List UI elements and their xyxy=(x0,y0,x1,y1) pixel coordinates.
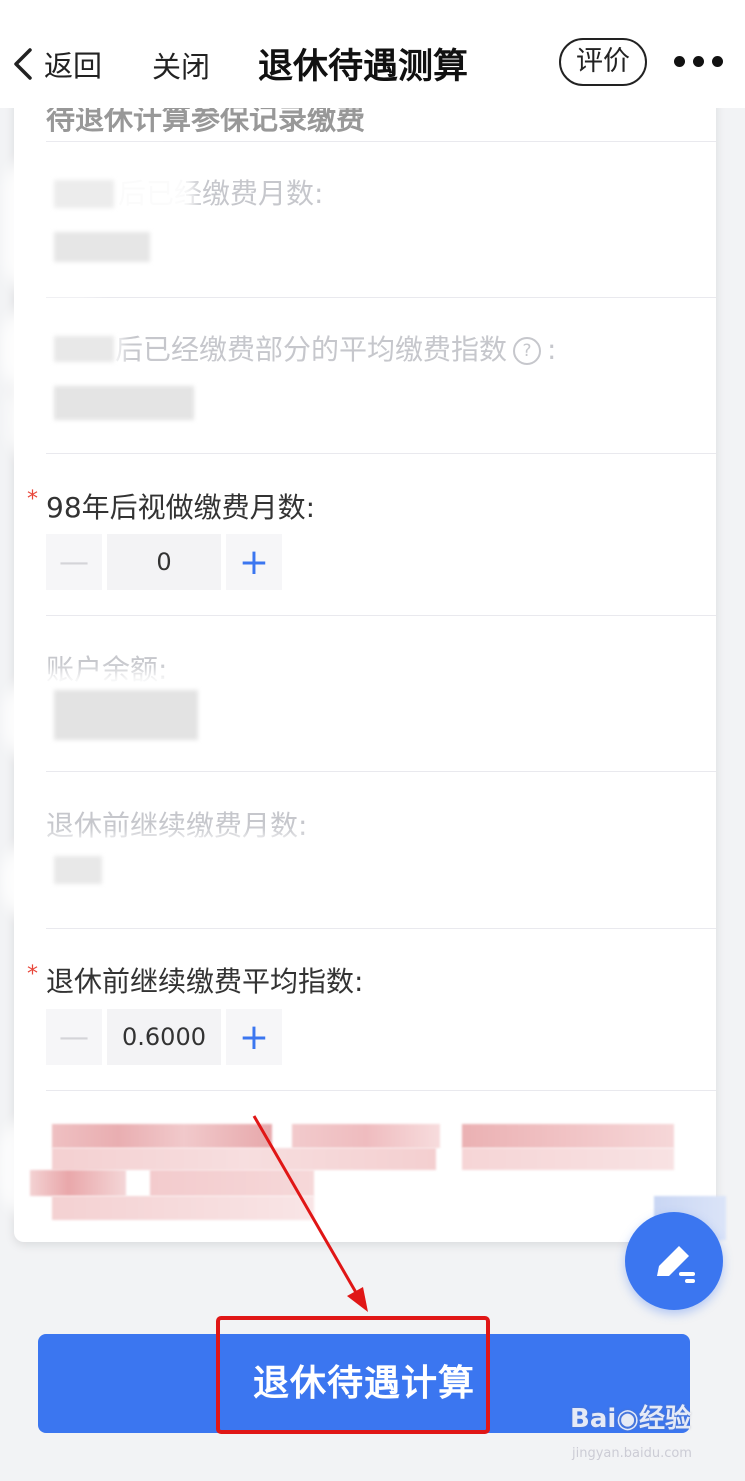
privacy-mosaic xyxy=(54,856,102,884)
continue-index-input[interactable] xyxy=(107,1009,221,1065)
rate-button[interactable]: 评价 xyxy=(559,38,647,86)
help-icon[interactable]: ? xyxy=(513,337,542,365)
privacy-mosaic xyxy=(462,1148,674,1170)
privacy-mosaic xyxy=(462,1124,674,1148)
baidu-watermark-url: jingyan.baidu.com xyxy=(572,1446,692,1461)
deemed-months-stepper: — + xyxy=(46,534,282,590)
divider xyxy=(46,928,716,929)
privacy-blur xyxy=(8,370,368,470)
required-mark: * xyxy=(27,962,38,987)
increment-button[interactable]: + xyxy=(226,1009,282,1065)
more-menu-button[interactable] xyxy=(672,50,726,74)
privacy-mosaic xyxy=(54,180,114,208)
divider xyxy=(46,297,716,298)
baidu-watermark-logo: Bai◉经验 xyxy=(570,1404,691,1434)
privacy-mosaic xyxy=(30,1170,126,1196)
privacy-mosaic xyxy=(52,1148,436,1170)
privacy-mosaic xyxy=(52,1124,272,1148)
privacy-mosaic xyxy=(52,1196,314,1220)
pencil-icon xyxy=(657,1246,695,1283)
more-dot-icon xyxy=(693,56,704,67)
increment-button[interactable]: + xyxy=(226,534,282,590)
more-dot-icon xyxy=(712,56,723,67)
avg-index-label-colon: : xyxy=(547,333,557,366)
divider xyxy=(46,141,716,142)
divider xyxy=(46,615,716,616)
page-title: 退休待遇测算 xyxy=(258,47,469,87)
privacy-blur xyxy=(2,836,332,926)
more-dot-icon xyxy=(674,56,685,67)
avg-index-label-text: 后已经缴费部分的平均缴费指数 xyxy=(115,333,508,366)
privacy-mosaic xyxy=(54,690,198,740)
divider xyxy=(46,771,716,772)
privacy-mosaic xyxy=(54,232,150,262)
back-button[interactable]: 返回 xyxy=(8,40,102,88)
decrement-button[interactable]: — xyxy=(46,534,102,590)
privacy-mosaic xyxy=(54,336,114,362)
continue-index-stepper: — + xyxy=(46,1009,282,1065)
decrement-button[interactable]: — xyxy=(46,1009,102,1065)
deemed-months-label: 98年后视做缴费月数: xyxy=(46,491,316,524)
avg-index-label: 后已经缴费部分的平均缴费指数?: xyxy=(115,328,556,368)
divider xyxy=(46,1090,716,1091)
continue-index-label: 退休前继续缴费平均指数: xyxy=(46,965,364,998)
privacy-blur xyxy=(4,150,194,300)
close-button[interactable]: 关闭 xyxy=(152,44,210,86)
deemed-months-input[interactable] xyxy=(107,534,221,590)
chevron-left-icon xyxy=(14,48,32,80)
divider xyxy=(46,453,716,454)
privacy-mosaic xyxy=(150,1170,314,1196)
privacy-mosaic xyxy=(292,1124,440,1148)
required-mark: * xyxy=(27,487,38,512)
navigation-bar: 返回 关闭 退休待遇测算 评价 xyxy=(0,0,745,108)
back-label: 返回 xyxy=(44,49,103,83)
privacy-mosaic xyxy=(54,386,194,420)
edit-fab-button[interactable] xyxy=(625,1212,723,1310)
